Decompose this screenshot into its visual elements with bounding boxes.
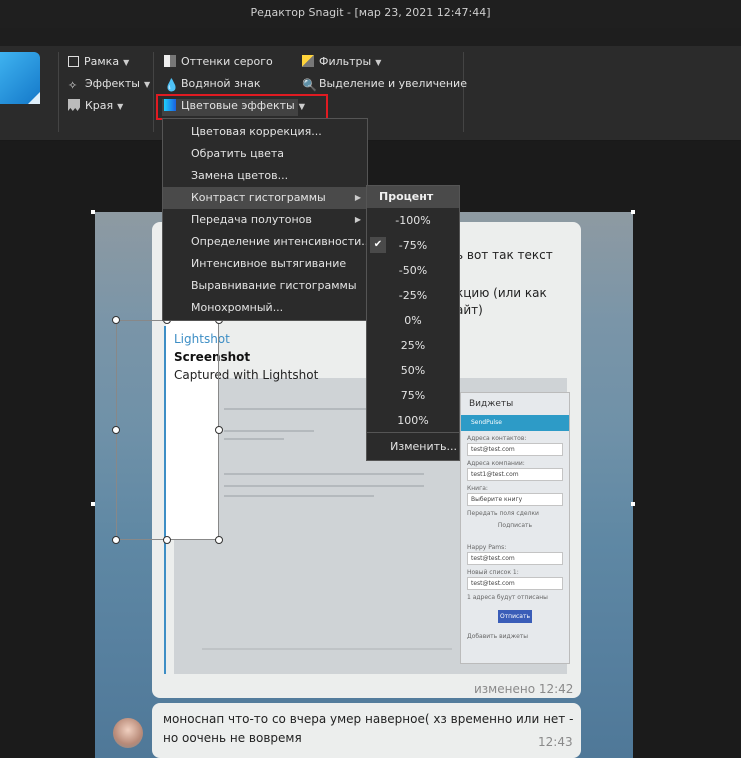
percent-option[interactable]: 75%: [367, 383, 459, 408]
text-line: [224, 408, 374, 410]
selection-handle[interactable]: [112, 426, 120, 434]
frame-button[interactable]: Рамка ▼: [68, 53, 129, 71]
chevron-right-icon: ▶: [354, 193, 361, 202]
color-effects-icon: [164, 99, 176, 111]
menu-item-halftone[interactable]: Передача полутонов ▶: [163, 209, 367, 231]
percent-option[interactable]: 0%: [367, 308, 459, 333]
drop-icon: 💧: [164, 78, 179, 92]
menu-item-color-correction[interactable]: Цветовая коррекция...: [163, 121, 367, 143]
chevron-down-icon: ▼: [144, 80, 151, 89]
watermark-button[interactable]: 💧 Водяной знак: [164, 75, 261, 93]
selection-handle[interactable]: [112, 536, 120, 544]
percent-option[interactable]: 50%: [367, 358, 459, 383]
message-timestamp: 12:43: [538, 735, 573, 749]
grayscale-icon: [164, 55, 176, 67]
widgets-panel: Виджеты SendPulse Адреса контактов: test…: [460, 392, 570, 664]
widget-note: 1 адреса будут отписаны: [467, 594, 548, 601]
add-widgets-link: Добавить виджеты: [467, 633, 529, 640]
color-effects-button-active[interactable]: Цветовые эффекты ▼: [164, 97, 305, 115]
text-line: [224, 430, 314, 432]
canvas-resize-handle[interactable]: [91, 502, 95, 506]
chevron-down-icon: ▼: [123, 58, 130, 67]
ribbon-divider: [153, 52, 154, 132]
filters-button[interactable]: Фильтры ▼: [302, 53, 381, 71]
message-text: ь вот так текст: [456, 248, 553, 262]
filters-icon: [302, 55, 314, 67]
message-text: айт): [456, 303, 483, 317]
ribbon-toolbar: Рамка ▼ ✧ Эффекты ▼ Края ▼ Оттенки серого 💧 В…: [0, 46, 741, 141]
checkmark-icon: ✔: [370, 237, 386, 253]
menu-item-histogram-contrast[interactable]: Контраст гистограммы ▶: [163, 187, 367, 209]
avatar: [113, 718, 143, 748]
percent-option[interactable]: 100%: [367, 408, 459, 433]
chevron-right-icon: ▶: [354, 215, 361, 224]
contact-select: test@test.com: [467, 443, 563, 456]
grayscale-button[interactable]: Оттенки серого: [164, 53, 273, 71]
menu-item-invert-colors[interactable]: Обратить цвета: [163, 143, 367, 165]
selection-handle[interactable]: [215, 426, 223, 434]
edit-option[interactable]: Изменить...: [367, 434, 459, 459]
menu-item-intensity[interactable]: Определение интенсивности...: [163, 231, 372, 253]
widgets-title: Виджеты: [469, 399, 514, 409]
edges-button[interactable]: Края ▼: [68, 97, 123, 115]
text-line: [224, 495, 374, 497]
contrast-submenu: Процент -100% ✔ -75% -50% -25% 0% 25% 50%…: [366, 185, 460, 461]
color-effects-menu: Цветовая коррекция... Обратить цвета Зам…: [162, 118, 372, 321]
text-line: [224, 485, 424, 487]
submenu-header: Процент: [367, 186, 459, 208]
unsubscribe-button: Отписать: [498, 610, 532, 623]
selection-handle[interactable]: [163, 536, 171, 544]
spotlight-button[interactable]: 🔍 Выделение и увеличение: [302, 75, 467, 93]
menu-item-intensive-stretch[interactable]: Интенсивное вытягивание: [163, 253, 367, 275]
canvas-resize-handle[interactable]: [631, 210, 635, 214]
window-title: Редактор Snagit - [мар 23, 2021 12:47:44…: [0, 0, 741, 28]
chevron-down-icon: ▼: [117, 102, 124, 111]
ribbon-divider: [58, 52, 59, 132]
canvas-resize-handle[interactable]: [91, 210, 95, 214]
field-label: Новый список 1:: [467, 569, 519, 576]
effects-button[interactable]: ✧ Эффекты ▼: [68, 75, 150, 93]
text-line: [224, 438, 284, 440]
chevron-down-icon: ▼: [298, 102, 305, 111]
frame-icon: [68, 56, 79, 67]
message-text: кцию (или как: [456, 286, 547, 300]
percent-option[interactable]: -100%: [367, 208, 459, 233]
company-select: test1@test.com: [467, 468, 563, 481]
field-label: Книга:: [467, 485, 488, 492]
canvas-resize-handle[interactable]: [631, 502, 635, 506]
text-line: [224, 473, 424, 475]
menu-divider: [367, 432, 459, 433]
book-select: Выберите книгу: [467, 493, 563, 506]
selection-rectangle[interactable]: [116, 320, 219, 540]
magnifier-icon: 🔍: [302, 78, 317, 92]
text-line: [202, 648, 452, 650]
menu-item-replace-colors[interactable]: Замена цветов...: [163, 165, 367, 187]
checkbox-label: Передать поля сделки: [467, 510, 539, 517]
selection-handle[interactable]: [215, 536, 223, 544]
chevron-down-icon: ▼: [375, 58, 382, 67]
message-timestamp: изменено 12:42: [474, 682, 574, 696]
list-select: test@test.com: [467, 552, 563, 565]
capture-thumbnail[interactable]: [0, 52, 40, 104]
field-label: Адреса контактов:: [467, 435, 527, 442]
field-label: Адреса компании:: [467, 460, 525, 467]
menu-item-histogram-equalization[interactable]: Выравнивание гистограммы: [163, 275, 367, 297]
torn-edge-icon: [68, 99, 80, 111]
percent-option[interactable]: -50%: [367, 258, 459, 283]
menu-item-monochrome[interactable]: Монохромный...: [163, 297, 367, 319]
field-label: Happy Pams:: [467, 544, 507, 551]
percent-option-checked[interactable]: ✔ -75%: [367, 233, 459, 258]
message-text: но оочень не вовремя: [163, 731, 302, 745]
selection-handle[interactable]: [112, 316, 120, 324]
sendpulse-bar: SendPulse: [461, 415, 569, 431]
percent-option[interactable]: 25%: [367, 333, 459, 358]
subscribe-link: Подписать: [497, 522, 533, 529]
message-text: моноснап что-то со вчера умер наверное( …: [163, 712, 574, 726]
magic-wand-icon: ✧: [68, 79, 78, 92]
list-select: test@test.com: [467, 577, 563, 590]
percent-option[interactable]: -25%: [367, 283, 459, 308]
